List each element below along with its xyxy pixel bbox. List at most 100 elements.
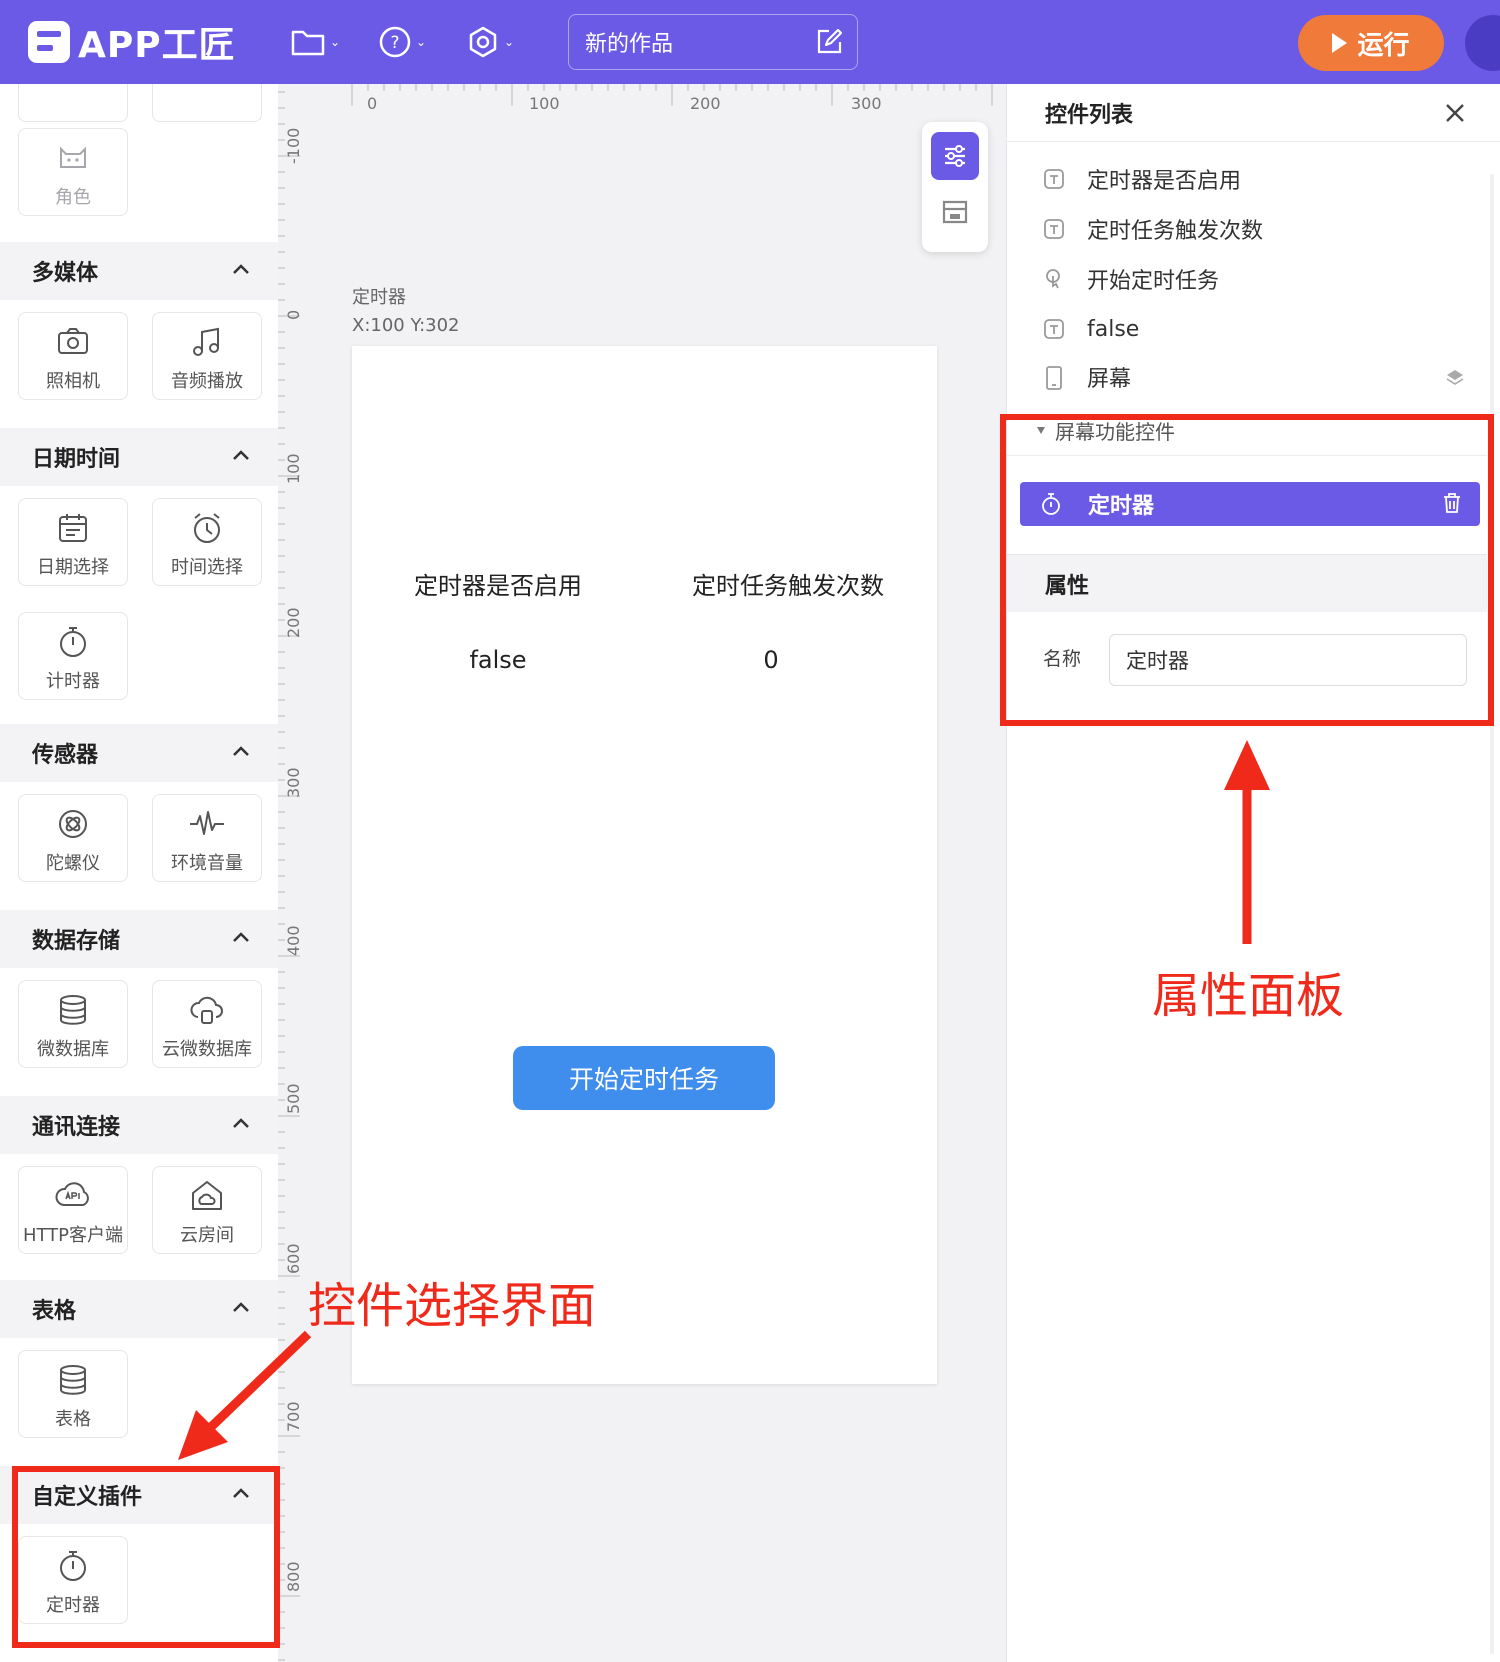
- app-logo[interactable]: APP工匠: [28, 20, 236, 66]
- top-bar: APP工匠 ⌄ ? ⌄ ⌄ 新的作品 运行: [0, 0, 1500, 84]
- tree-item-label-count[interactable]: 定时任务触发次数: [1007, 204, 1487, 254]
- category-sensors[interactable]: 传感器: [0, 724, 278, 782]
- panel-scrollbar[interactable]: [1490, 174, 1494, 1654]
- camera-icon: [58, 328, 88, 354]
- category-table[interactable]: 表格: [0, 1280, 278, 1338]
- tree-item-partial[interactable]: [1007, 128, 1487, 142]
- sliders-icon: [945, 145, 965, 167]
- text-box-icon: [1044, 169, 1064, 189]
- chevron-down-icon: ⌄: [416, 35, 427, 49]
- phone-screen-preview[interactable]: 定时器是否启用 定时任务触发次数 false 0 开始定时任务: [352, 346, 937, 1384]
- file-menu[interactable]: ⌄: [290, 22, 340, 62]
- chevron-down-icon: ⌄: [504, 35, 515, 49]
- category-title: 通讯连接: [32, 1115, 121, 1140]
- ruler-left-label: 800: [284, 1561, 303, 1592]
- component-tile-cloud-tinydb[interactable]: 云微数据库: [152, 980, 262, 1068]
- category-multimedia[interactable]: 多媒体: [0, 242, 278, 300]
- store-button[interactable]: [931, 188, 979, 236]
- logo-mark-icon: [28, 21, 70, 63]
- settings-menu[interactable]: ⌄: [466, 22, 514, 62]
- waveform-icon: [190, 811, 224, 835]
- chevron-up-icon[interactable]: [232, 744, 250, 758]
- avatar[interactable]: [1465, 15, 1500, 71]
- component-tile-time-picker[interactable]: 时间选择: [152, 498, 262, 586]
- ruler-left-label: 600: [284, 1243, 303, 1274]
- help-icon: ?: [379, 26, 411, 58]
- component-tile-table[interactable]: 表格: [18, 1350, 128, 1438]
- chevron-up-icon[interactable]: [232, 930, 250, 944]
- tile-label: 音频播放: [171, 371, 243, 392]
- category-data-storage[interactable]: 数据存储: [0, 910, 278, 968]
- design-canvas[interactable]: 0 100 200 300 -100 0 100 200 300 400 500…: [278, 84, 1006, 1662]
- alarm-clock-icon: [194, 513, 220, 543]
- category-title: 传感器: [32, 743, 99, 768]
- text-box-icon: [1044, 219, 1064, 239]
- stopwatch-icon: [60, 627, 86, 657]
- selection-info: 定时器 X:100 Y:302: [352, 284, 460, 340]
- component-sidebar[interactable]: 角色 多媒体 照相机 音频播放 日期时间 日期选择 时间选择 计时器 传感器 陀…: [0, 84, 278, 1662]
- tree-item-false-label[interactable]: false: [1007, 304, 1487, 354]
- component-list-panel: 控件列表 定时器是否启用 定时任务触发次数 开始定时任务 false 屏幕 屏幕…: [1006, 84, 1500, 1662]
- tree-item-label-enabled[interactable]: 定时器是否启用: [1007, 154, 1487, 204]
- tile-label: HTTP客户端: [22, 1225, 124, 1246]
- tree-item-label: 屏幕: [1087, 367, 1132, 392]
- component-tile-tinydb[interactable]: 微数据库: [18, 980, 128, 1068]
- ruler-left-label: 700: [284, 1401, 303, 1432]
- button-tap-icon: [1046, 269, 1060, 289]
- annotation-box-custom-plugin: [12, 1466, 280, 1648]
- ruler-left-label: -100: [284, 127, 303, 164]
- component-tile-gyroscope[interactable]: 陀螺仪: [18, 794, 128, 882]
- ruler-left-label: 200: [284, 607, 303, 638]
- component-tile-http-client[interactable]: HTTP客户端: [18, 1166, 128, 1254]
- component-tile-audio[interactable]: 音频播放: [152, 312, 262, 400]
- chevron-up-icon[interactable]: [232, 1116, 250, 1130]
- tree-item-screen[interactable]: 屏幕: [1007, 352, 1487, 402]
- tile-label: 陀螺仪: [46, 853, 100, 874]
- layers-icon[interactable]: [1445, 368, 1465, 386]
- chevron-up-icon[interactable]: [232, 262, 250, 276]
- component-tile-partial[interactable]: [18, 84, 128, 122]
- component-tile-camera[interactable]: 照相机: [18, 312, 128, 400]
- category-datetime[interactable]: 日期时间: [0, 428, 278, 486]
- tile-label: 表格: [55, 1409, 91, 1430]
- value-timer-enabled[interactable]: false: [469, 646, 526, 674]
- category-connectivity[interactable]: 通讯连接: [0, 1096, 278, 1154]
- tile-label: 微数据库: [37, 1039, 109, 1060]
- logo-text: APP工匠: [78, 25, 236, 66]
- edit-icon[interactable]: [815, 28, 843, 56]
- properties-toggle-button[interactable]: [931, 132, 979, 180]
- chevron-down-icon: ⌄: [330, 35, 341, 49]
- gyroscope-icon: [59, 810, 87, 838]
- tile-label: 环境音量: [171, 853, 243, 874]
- component-tile-date-picker[interactable]: 日期选择: [18, 498, 128, 586]
- tree-item-start-button[interactable]: 开始定时任务: [1007, 254, 1487, 304]
- cloud-database-icon: [190, 996, 223, 1024]
- database-icon: [60, 1365, 86, 1395]
- value-trigger-count[interactable]: 0: [763, 646, 778, 674]
- start-timer-button-label: 开始定时任务: [568, 1065, 719, 1094]
- label-timer-enabled[interactable]: 定时器是否启用: [414, 566, 582, 601]
- gear-icon: [469, 26, 497, 58]
- help-menu[interactable]: ? ⌄: [378, 22, 426, 62]
- selection-coords: X:100 Y:302: [352, 315, 460, 336]
- cloud-api-icon: [55, 1182, 89, 1206]
- label-trigger-count[interactable]: 定时任务触发次数: [692, 566, 884, 601]
- svg-text:?: ?: [390, 33, 399, 53]
- chevron-up-icon[interactable]: [232, 448, 250, 462]
- component-tile-cloud-room[interactable]: 云房间: [152, 1166, 262, 1254]
- ruler-top: [351, 84, 993, 106]
- component-tile-role[interactable]: 角色: [18, 128, 128, 216]
- component-tile-timer[interactable]: 计时器: [18, 612, 128, 700]
- start-timer-button[interactable]: 开始定时任务: [513, 1046, 775, 1110]
- music-icon: [193, 327, 219, 356]
- tile-label: 日期选择: [37, 557, 109, 578]
- project-name-field[interactable]: 新的作品: [568, 14, 858, 70]
- component-tile-partial[interactable]: [152, 84, 262, 122]
- chevron-up-icon[interactable]: [232, 1300, 250, 1314]
- tile-label: 角色: [55, 187, 91, 208]
- ruler-left-label: 500: [284, 1083, 303, 1114]
- close-icon[interactable]: [1444, 102, 1466, 124]
- tile-label: 计时器: [46, 671, 100, 692]
- component-tile-ambient-volume[interactable]: 环境音量: [152, 794, 262, 882]
- run-button[interactable]: 运行: [1298, 15, 1444, 71]
